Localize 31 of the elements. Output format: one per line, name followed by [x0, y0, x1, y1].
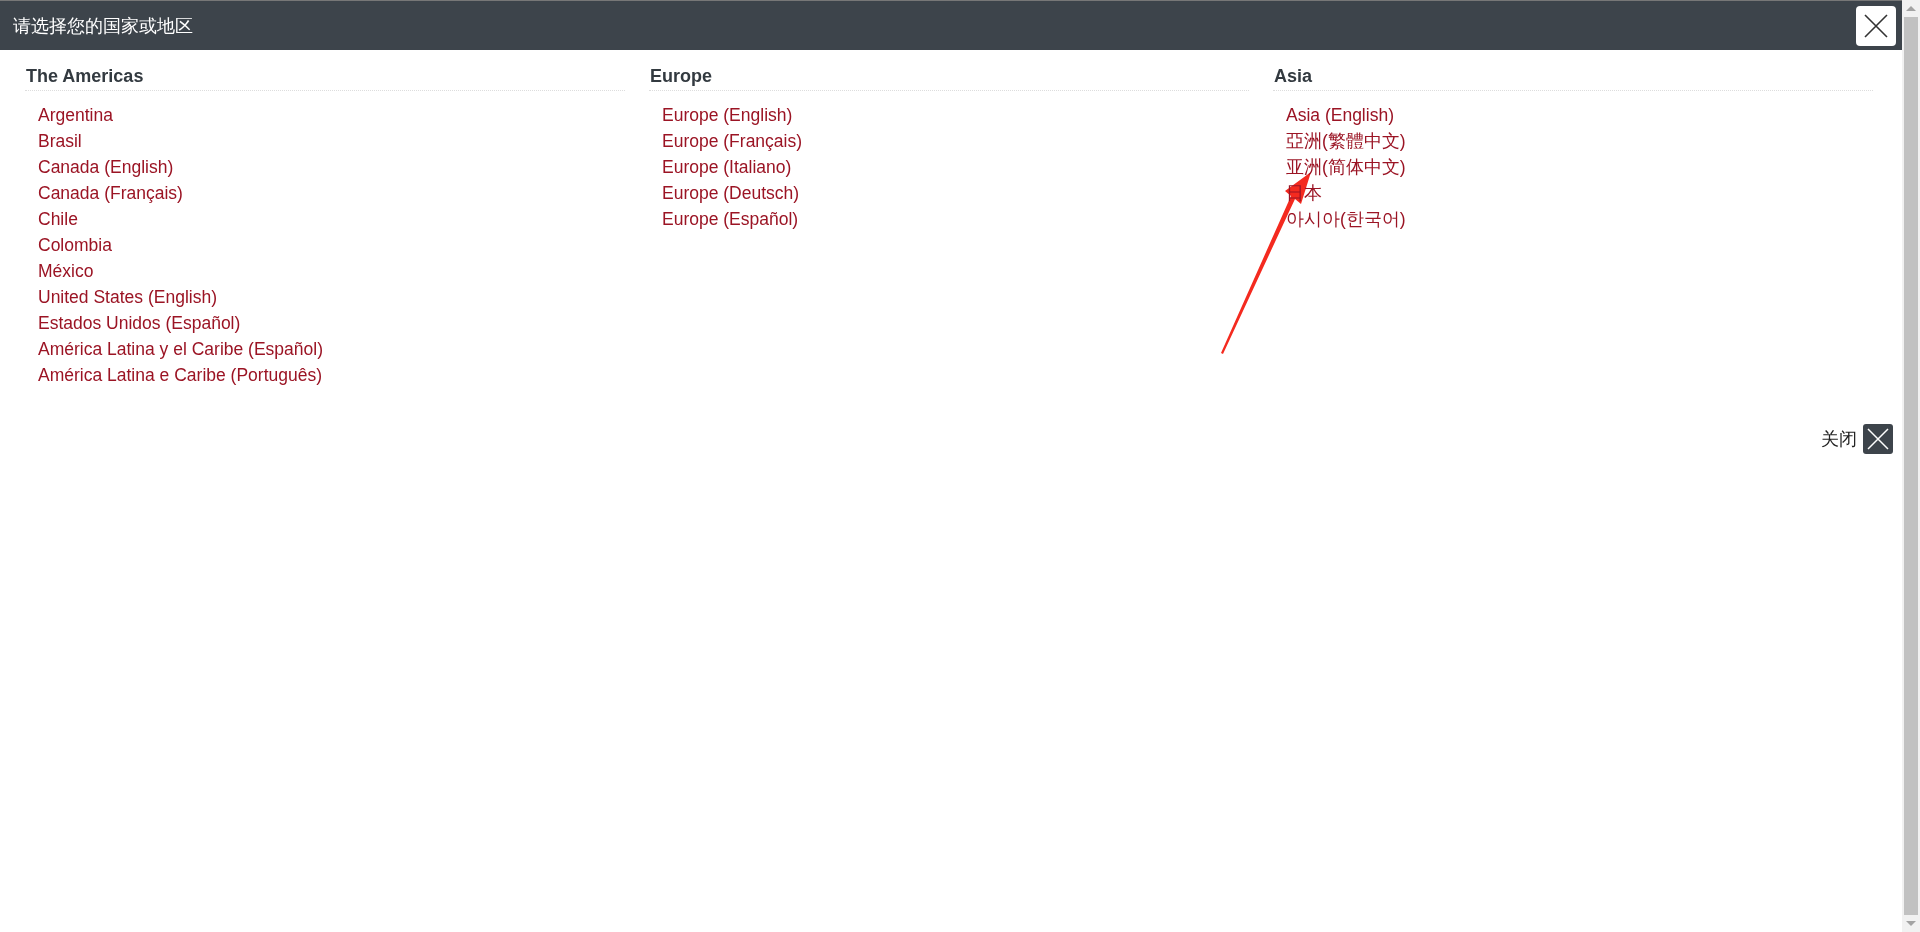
close-icon — [1867, 428, 1889, 450]
country-link[interactable]: 아시아(한국어) — [1286, 209, 1406, 229]
region-heading: Europe — [649, 66, 1249, 91]
country-link[interactable]: Estados Unidos (Español) — [38, 313, 241, 333]
country-link[interactable]: Canada (English) — [38, 157, 174, 177]
country-link[interactable]: Europe (Italiano) — [662, 157, 792, 177]
region-heading: Asia — [1273, 66, 1873, 91]
country-link[interactable]: United States (English) — [38, 287, 217, 307]
close-label: 关闭 — [1821, 428, 1857, 451]
country-link[interactable]: Colombia — [38, 235, 112, 255]
scrollbar[interactable] — [1902, 0, 1920, 932]
close-icon — [1863, 12, 1889, 39]
country-link[interactable]: 亚洲(简体中文) — [1286, 157, 1406, 177]
country-link[interactable]: Argentina — [38, 105, 113, 125]
country-link[interactable]: Canada (Français) — [38, 183, 183, 203]
country-link[interactable]: América Latina y el Caribe (Español) — [38, 339, 323, 359]
close-button[interactable] — [1863, 424, 1893, 454]
country-link[interactable]: Europe (Español) — [662, 209, 799, 229]
country-link[interactable]: México — [38, 261, 94, 281]
country-link[interactable]: Europe (English) — [662, 105, 793, 125]
country-link[interactable]: Asia (English) — [1286, 105, 1394, 125]
country-link[interactable]: Chile — [38, 209, 78, 229]
country-link[interactable]: 亞洲(繁體中文) — [1286, 131, 1406, 151]
region-heading: The Americas — [25, 66, 625, 91]
country-link[interactable]: Europe (Français) — [662, 131, 803, 151]
country-link[interactable]: Europe (Deutsch) — [662, 183, 800, 203]
country-link[interactable]: 日本 — [1286, 183, 1322, 203]
dialog-title: 请选择您的国家或地区 — [13, 14, 193, 38]
country-link[interactable]: Brasil — [38, 131, 82, 151]
country-link[interactable]: América Latina e Caribe (Português) — [38, 365, 323, 385]
close-button[interactable] — [1856, 5, 1896, 46]
